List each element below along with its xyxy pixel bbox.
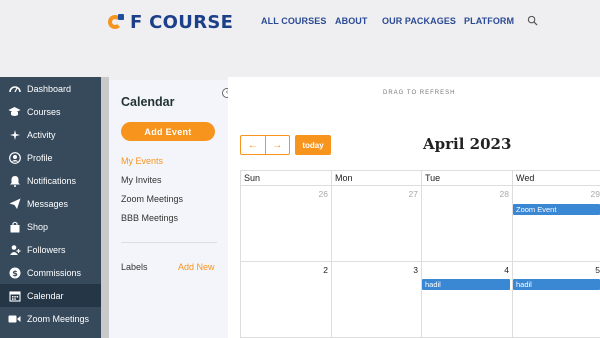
add-new-label-link[interactable]: Add New [178,262,215,272]
nav-arrows: ← → [240,135,290,155]
paper-plane-icon [8,198,21,210]
top-header: F COURSE ALL COURSES ABOUT OUR PACKAGES … [0,0,600,44]
labels-heading: Labels [121,262,148,272]
calendar-icon [8,290,21,302]
svg-text:$: $ [12,269,18,278]
dashboard-icon [8,83,21,95]
day-header-mon: Mon [335,173,353,183]
sidebar-item-label: Followers [27,244,66,255]
sidebar-item-zoom-meetings[interactable]: Zoom Meetings [0,307,101,330]
activity-icon [8,129,21,141]
link-zoom-meetings[interactable]: Zoom Meetings [121,194,183,204]
drag-to-refresh-hint: DRAG TO REFRESH [383,90,456,96]
nav-all-courses[interactable]: ALL COURSES [261,16,326,26]
today-button[interactable]: today [295,135,331,155]
shop-bag-icon [8,221,21,233]
followers-icon [8,244,21,256]
sidebar-item-label: Dashboard [27,83,72,94]
dollar-icon: $ [8,267,21,279]
sidebar-item-label: Profile [27,152,53,163]
logo-mark-icon [108,13,128,31]
month-grid: Sun Mon Tue Wed 26 27 28 29 Zoom Event 2… [240,170,600,338]
sidebar-item-label: Zoom Meetings [27,313,90,324]
sidebar-item-activity[interactable]: Activity [0,123,101,146]
sidebar-item-dashboard[interactable]: Dashboard [0,77,101,100]
sidebar-item-label: Messages [27,198,69,209]
day-cell-number[interactable]: 2 [308,265,328,275]
day-header-sun: Sun [244,173,261,183]
calendar-main: DRAG TO REFRESH ← → today April 2023 Sun… [228,77,600,338]
bell-icon [8,175,21,187]
day-cell-number[interactable]: 26 [308,189,328,199]
nav-our-packages[interactable]: OUR PACKAGES [382,16,456,26]
sidebar: Dashboard Courses Activity Profile Notif… [0,77,101,338]
day-cell-number[interactable]: 29 [580,189,600,199]
sidebar-item-label: Courses [27,106,61,117]
calendar-panel: Calendar Add Event My Events My Invites … [109,80,228,338]
profile-icon [8,151,21,164]
sidebar-item-label: Notifications [27,175,77,186]
sidebar-item-shop[interactable]: Shop [0,215,101,238]
link-my-invites[interactable]: My Invites [121,175,162,185]
sidebar-item-courses[interactable]: Courses [0,100,101,123]
sidebar-item-profile[interactable]: Profile [0,146,101,169]
sidebar-item-messages[interactable]: Messages [0,192,101,215]
day-cell-number[interactable]: 28 [489,189,509,199]
sidebar-item-label: Commissions [27,267,82,278]
courses-icon [8,106,21,118]
nav-platform[interactable]: PLATFORM [464,16,514,26]
video-icon [8,313,21,325]
add-event-button[interactable]: Add Event [121,122,215,141]
day-cell-number[interactable]: 3 [398,265,418,275]
link-bbb-meetings[interactable]: BBB Meetings [121,213,178,223]
divider [121,242,217,243]
event-hadil[interactable]: hadil [422,279,510,290]
next-arrow-icon[interactable]: → [266,136,290,154]
event-zoom-event[interactable]: Zoom Event [513,204,600,215]
site-logo[interactable]: F COURSE [108,11,233,33]
sidebar-item-followers[interactable]: Followers [0,238,101,261]
day-header-tue: Tue [425,173,441,183]
logo-text: F COURSE [130,11,234,33]
sidebar-item-label: Activity [27,129,56,140]
prev-arrow-icon[interactable]: ← [241,136,266,154]
sidebar-scrollbar[interactable] [101,77,109,338]
event-hadil[interactable]: hadil [513,279,600,290]
link-my-events[interactable]: My Events [121,156,163,166]
sidebar-item-label: Calendar [27,290,64,301]
day-cell-number[interactable]: 27 [398,189,418,199]
sidebar-item-commissions[interactable]: $ Commissions [0,261,101,284]
day-cell-number[interactable]: 4 [489,265,509,275]
month-title: April 2023 [423,135,512,153]
day-header-wed: Wed [516,173,535,183]
nav-about[interactable]: ABOUT [335,16,368,26]
search-icon[interactable] [527,15,538,26]
sidebar-item-notifications[interactable]: Notifications [0,169,101,192]
sidebar-item-label: Shop [27,221,49,232]
day-cell-number[interactable]: 5 [580,265,600,275]
sidebar-item-calendar[interactable]: Calendar [0,284,101,307]
panel-title: Calendar [121,95,175,109]
